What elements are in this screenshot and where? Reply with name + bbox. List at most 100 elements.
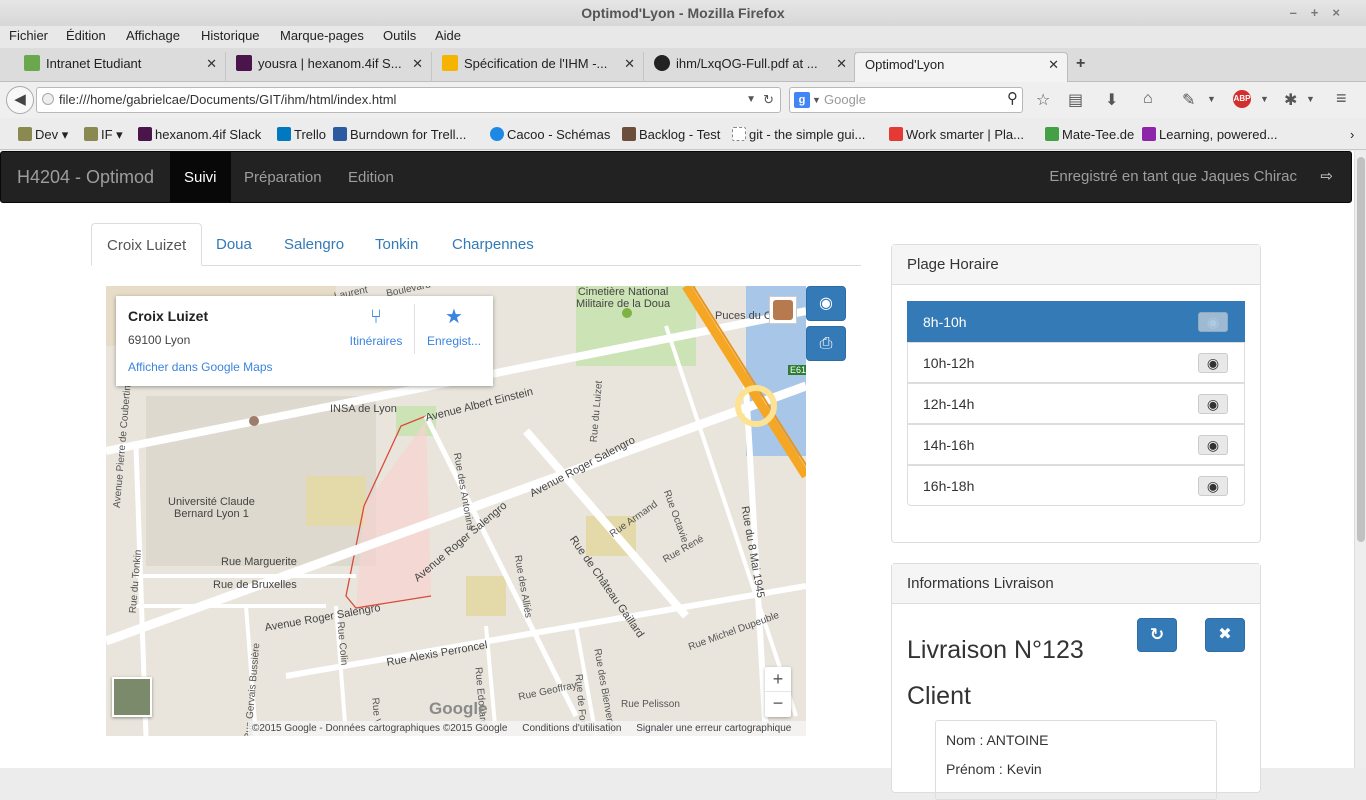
menu-edition[interactable]: Édition <box>66 28 106 43</box>
view-map-button[interactable]: ◉ <box>806 286 846 321</box>
eyedropper-icon[interactable]: ✎ <box>1182 90 1195 110</box>
browser-tab[interactable]: ihm/LxqOG-Full.pdf at ... ✕ <box>644 52 856 82</box>
browser-tab[interactable]: yousra | hexanom.4if S... ✕ <box>226 52 432 82</box>
close-tab-icon[interactable]: ✕ <box>624 52 635 76</box>
page-icon <box>732 127 746 141</box>
time-slot-item[interactable]: 16h-18h ◉ <box>907 465 1245 506</box>
tab-salengro[interactable]: Salengro <box>269 223 359 266</box>
reload-icon[interactable]: ↻ <box>763 88 774 112</box>
google-engine-icon[interactable]: g <box>794 92 810 108</box>
close-tab-icon[interactable]: ✕ <box>206 52 217 76</box>
menu-affichage[interactable]: Affichage <box>126 28 180 43</box>
logout-icon[interactable]: ⇨ <box>1320 167 1333 185</box>
nav-preparation[interactable]: Préparation <box>230 152 336 203</box>
bookmark-item[interactable]: IF ▾ <box>84 127 123 143</box>
search-field[interactable]: g ▼ Google ⚲ <box>789 87 1023 113</box>
bookmark-item[interactable]: Backlog - Test <box>622 127 720 142</box>
bookmark-item[interactable]: Cacoo - Schémas <box>490 127 610 142</box>
browser-tab[interactable]: Spécification de l'IHM -... ✕ <box>432 52 644 82</box>
close-tab-icon[interactable]: ✕ <box>836 52 847 76</box>
bookmark-label: Mate-Tee.de <box>1062 127 1135 142</box>
close-button[interactable]: ✖ <box>1205 618 1245 652</box>
print-map-button[interactable]: ⎙ <box>806 326 846 361</box>
menu-historique[interactable]: Historique <box>201 28 260 43</box>
engine-dropdown-icon[interactable]: ▼ <box>812 88 821 112</box>
more-bookmarks-icon[interactable]: › <box>1350 127 1354 142</box>
browser-tab[interactable]: Intranet Etudiant ✕ <box>14 52 226 82</box>
bookmark-star-icon[interactable]: ☆ <box>1036 90 1050 110</box>
map-label: Rue de Bruxelles <box>213 579 297 591</box>
time-slot-item[interactable]: 10h-12h ◉ <box>907 342 1245 383</box>
map-terms-link[interactable]: Conditions d'utilisation <box>522 723 621 734</box>
street-view-pegman-icon[interactable] <box>769 296 797 324</box>
back-button-icon[interactable]: ◀ <box>6 86 34 114</box>
close-tab-icon[interactable]: ✕ <box>412 52 423 76</box>
save-place-button[interactable]: ★ Enregist... <box>418 306 490 348</box>
new-tab-icon[interactable]: + <box>1076 55 1085 73</box>
nav-edition[interactable]: Edition <box>334 152 408 203</box>
bookmark-item[interactable]: Dev ▾ <box>18 127 68 143</box>
nav-suivi[interactable]: Suivi <box>170 152 231 203</box>
url-field[interactable]: file:///home/gabrielcae/Documents/GIT/ih… <box>36 87 781 113</box>
eye-icon: ◉ <box>819 295 833 312</box>
zoom-in-icon[interactable]: + <box>765 667 791 692</box>
window-controls[interactable]: –+× <box>1290 0 1354 26</box>
time-slot-label: 8h-10h <box>923 314 967 330</box>
time-slot-item[interactable]: 8h-10h ◉ <box>907 301 1245 342</box>
dropdown-icon[interactable]: ▼ <box>1207 94 1216 104</box>
home-icon[interactable]: ⌂ <box>1143 90 1153 108</box>
page-scrollbar[interactable] <box>1354 151 1366 768</box>
eye-icon[interactable]: ◉ <box>1198 435 1228 455</box>
bookmark-item[interactable]: Burndown for Trell... <box>333 127 466 142</box>
menu-aide[interactable]: Aide <box>435 28 461 43</box>
tab-tonkin[interactable]: Tonkin <box>360 223 433 266</box>
directions-button[interactable]: ⑂ Itinéraires <box>338 306 414 348</box>
menu-fichier[interactable]: Fichier <box>9 28 48 43</box>
map-report-link[interactable]: Signaler une erreur cartographique <box>636 723 791 734</box>
tab-charpennes[interactable]: Charpennes <box>437 223 549 266</box>
bookmark-label: Burndown for Trell... <box>350 127 467 142</box>
browser-tab-bar: Intranet Etudiant ✕ yousra | hexanom.4if… <box>0 48 1366 82</box>
eye-icon[interactable]: ◉ <box>1198 353 1228 373</box>
map-label: Cimetière National Militaire de la Doua <box>576 286 671 310</box>
bookmark-item[interactable]: Learning, powered... <box>1142 127 1278 142</box>
menu-outils[interactable]: Outils <box>383 28 416 43</box>
hamburger-menu-icon[interactable]: ≡ <box>1336 88 1347 109</box>
app-brand[interactable]: H4204 - Optimod <box>17 167 154 188</box>
time-slot-panel: Plage Horaire 8h-10h ◉ 10h-12h ◉ 12h-14h ◉ … <box>891 244 1261 543</box>
bookmark-item[interactable]: Work smarter | Pla... <box>889 127 1024 142</box>
bookmark-label: Trello <box>294 127 327 142</box>
bookmark-item[interactable]: Mate-Tee.de <box>1045 127 1134 142</box>
map-label: INSA de Lyon <box>330 403 397 415</box>
eye-icon[interactable]: ◉ <box>1198 394 1228 414</box>
eye-icon[interactable]: ◉ <box>1198 312 1228 332</box>
satellite-toggle-icon[interactable] <box>112 677 152 717</box>
adblock-icon[interactable]: ABP <box>1233 90 1251 108</box>
time-slot-label: 14h-16h <box>923 437 975 453</box>
time-slot-item[interactable]: 14h-16h ◉ <box>907 424 1245 465</box>
browser-tab-label: Optimod'Lyon <box>865 57 945 72</box>
reading-list-icon[interactable]: ▤ <box>1068 90 1083 110</box>
bookmark-item[interactable]: git - the simple gui... <box>732 127 865 142</box>
search-icon[interactable]: ⚲ <box>1007 87 1018 111</box>
extension-icon[interactable]: ✱ <box>1284 90 1297 110</box>
bookmark-item[interactable]: Trello <box>277 127 326 142</box>
url-dropdown-icon[interactable]: ▼ <box>746 88 756 112</box>
open-in-google-maps-link[interactable]: Afficher dans Google Maps <box>128 360 273 374</box>
eye-icon[interactable]: ◉ <box>1198 476 1228 496</box>
refresh-button[interactable]: ↻ <box>1137 618 1177 652</box>
scrollbar-thumb[interactable] <box>1357 157 1365 542</box>
bookmark-item[interactable]: hexanom.4if Slack <box>138 127 261 142</box>
close-tab-icon[interactable]: ✕ <box>1048 53 1059 77</box>
tab-croix-luizet[interactable]: Croix Luizet <box>91 223 203 266</box>
bookmark-label: Backlog - Test <box>639 127 721 142</box>
zoom-out-icon[interactable]: − <box>765 692 791 717</box>
browser-tab-active[interactable]: Optimod'Lyon ✕ <box>854 52 1068 82</box>
time-slot-item[interactable]: 12h-14h ◉ <box>907 383 1245 424</box>
menu-marque-pages[interactable]: Marque-pages <box>280 28 364 43</box>
dropdown-icon[interactable]: ▼ <box>1260 94 1269 104</box>
dropdown-icon[interactable]: ▼ <box>1306 94 1315 104</box>
delivery-info-title: Informations Livraison <box>892 564 1260 604</box>
download-icon[interactable]: ⬇ <box>1105 90 1118 110</box>
tab-doua[interactable]: Doua <box>201 223 267 266</box>
